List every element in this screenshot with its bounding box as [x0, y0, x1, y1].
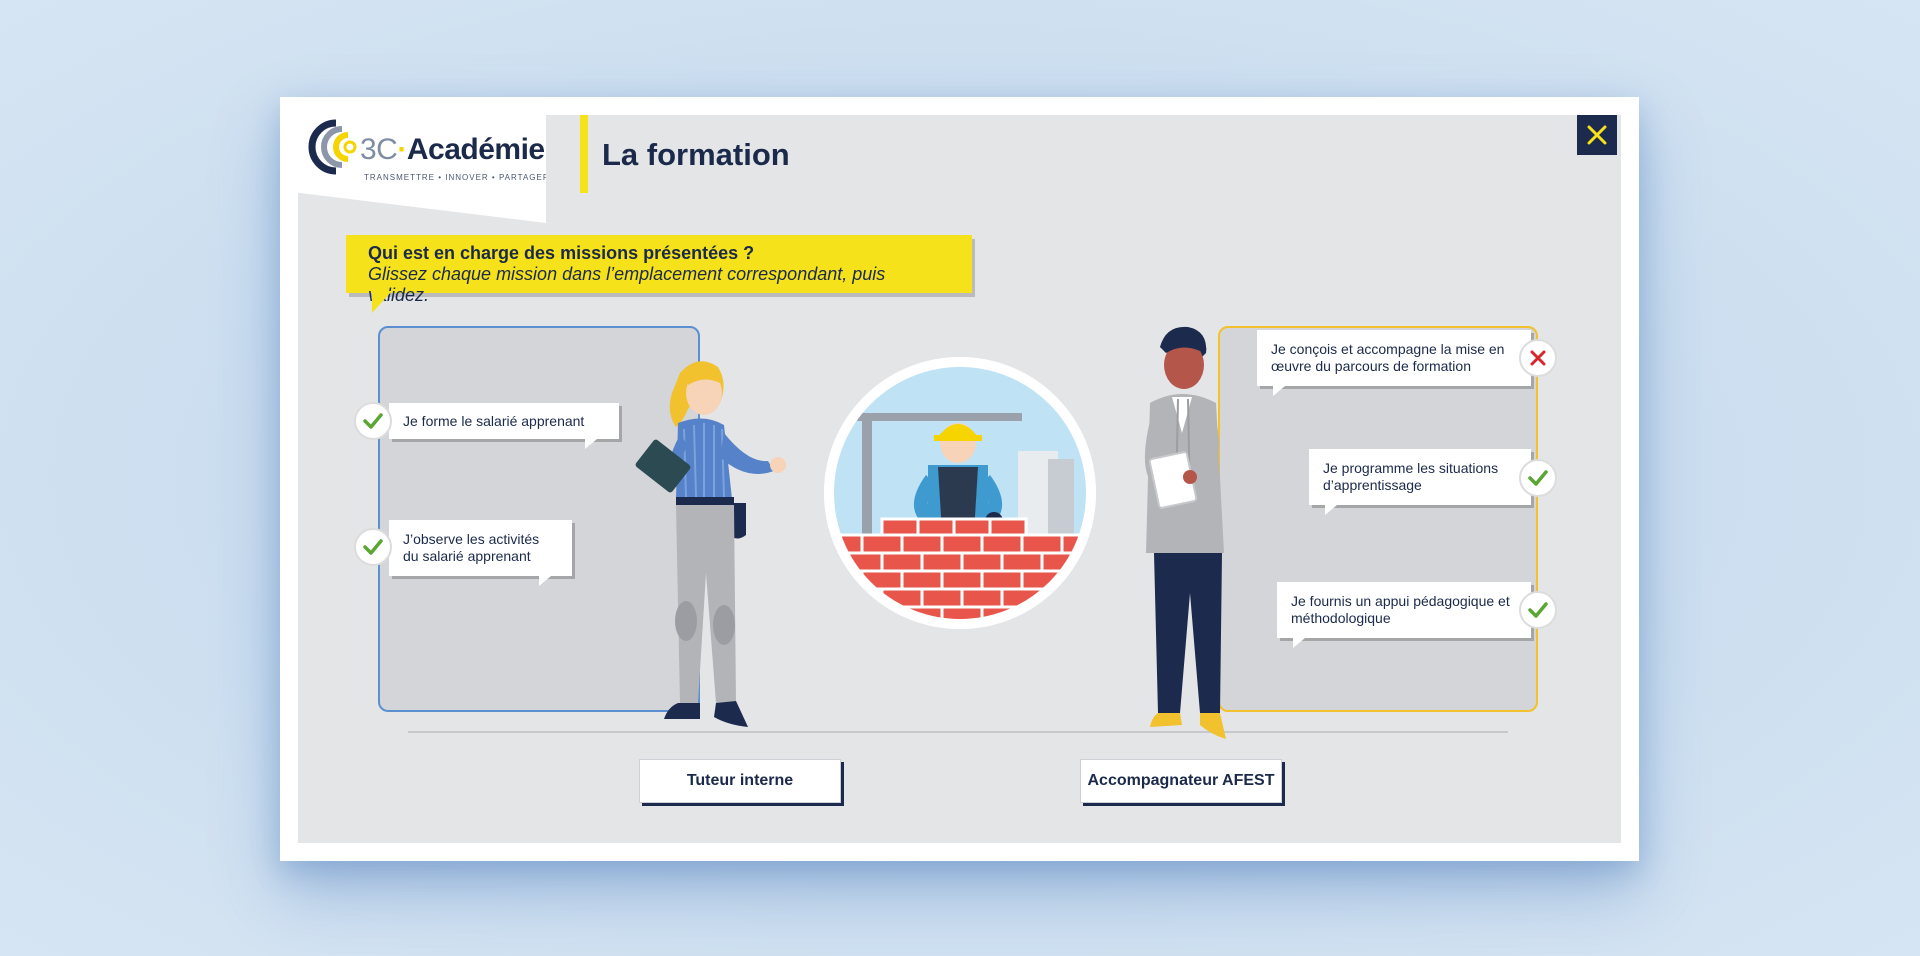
check-badge-programme: [1519, 459, 1557, 497]
mission-card-appui[interactable]: Je fournis un appui pédagogique et métho…: [1277, 582, 1531, 648]
mission-card-text: J’observe les activités du salarié appre…: [403, 531, 540, 564]
card-tail: [585, 439, 597, 449]
check-icon: [363, 413, 383, 429]
card-tail: [1325, 505, 1337, 515]
tuteur-illustration: [635, 361, 786, 727]
card-tail: [539, 576, 551, 586]
logo-panel: 3C·Académie TRANSMETTRE • INNOVER • PART…: [298, 115, 546, 223]
page-title: La formation: [602, 137, 790, 172]
check-icon: [363, 539, 383, 555]
logo-tagline: TRANSMETTRE • INNOVER • PARTAGER: [364, 173, 550, 182]
instruction-tail: [372, 291, 392, 313]
card-tail: [1273, 386, 1285, 396]
mission-card-text: Je forme le salarié apprenant: [403, 412, 585, 429]
logo-separator: ·: [397, 133, 407, 166]
title-accent-bar: [580, 115, 588, 193]
role-button-tuteur[interactable]: Tuteur interne: [639, 759, 841, 803]
card-tail: [1293, 638, 1305, 648]
logo-prefix: 3C: [360, 133, 398, 166]
cross-icon: [1530, 350, 1546, 366]
mission-card-programme[interactable]: Je programme les situations d’apprentiss…: [1309, 449, 1531, 515]
mission-card-concois[interactable]: Je conçois et accompagne la mise en œuvr…: [1257, 330, 1531, 396]
mission-card-text: Je fournis un appui pédagogique et métho…: [1291, 593, 1510, 626]
activity-window: 3C·Académie TRANSMETTRE • INNOVER • PART…: [280, 97, 1639, 861]
check-icon: [1528, 470, 1548, 486]
logo-name: Académie: [406, 133, 545, 166]
check-badge-appui: [1519, 591, 1557, 629]
check-badge-observe: [354, 528, 392, 566]
cross-badge-concois: [1519, 339, 1557, 377]
accompagnateur-illustration: [1144, 326, 1226, 739]
mission-card-observe[interactable]: J’observe les activités du salarié appre…: [389, 520, 572, 586]
mission-card-text: Je programme les situations d’apprentiss…: [1323, 460, 1499, 493]
mission-card-forme[interactable]: Je forme le salarié apprenant: [389, 403, 619, 449]
logo-rings-icon: [308, 119, 357, 175]
ground-line: [408, 731, 1508, 733]
check-icon: [1528, 602, 1548, 618]
close-button[interactable]: [1577, 115, 1617, 155]
logo-wordmark: 3C·Académie: [360, 133, 545, 167]
mission-card-text: Je conçois et accompagne la mise en œuvr…: [1271, 341, 1505, 374]
activity-stage: 3C·Académie TRANSMETTRE • INNOVER • PART…: [298, 115, 1621, 843]
apprentice-illustration: [824, 357, 1096, 629]
instruction-bubble: Qui est en charge des missions présentée…: [346, 235, 972, 305]
check-badge-forme: [354, 402, 392, 440]
close-icon: [1587, 125, 1607, 145]
role-button-accompagnateur[interactable]: Accompagnateur AFEST: [1080, 759, 1282, 803]
instruction-question: Qui est en charge des missions présentée…: [368, 243, 755, 263]
instruction-hint: Glissez chaque mission dans l’emplacemen…: [368, 264, 886, 305]
